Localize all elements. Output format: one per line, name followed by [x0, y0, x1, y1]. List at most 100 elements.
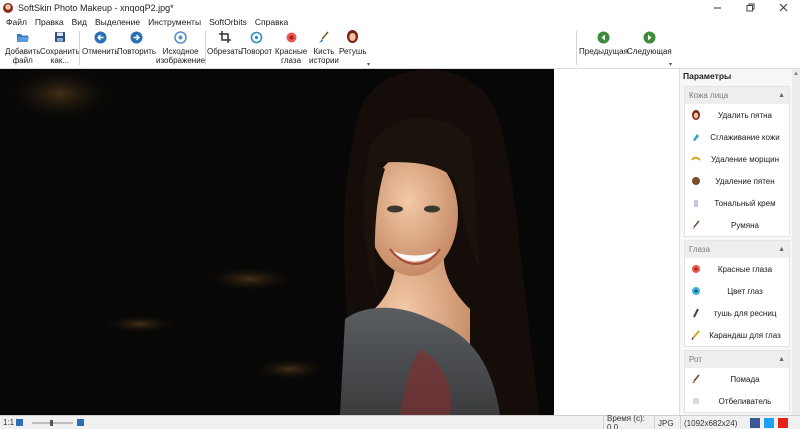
reset-original-icon — [174, 30, 188, 44]
close-icon — [779, 3, 788, 12]
close-button[interactable] — [767, 0, 800, 15]
tool-skin-smoothing[interactable]: Сглаживание кожи — [685, 126, 789, 148]
menu-file[interactable]: Файл — [2, 17, 31, 27]
toolbar: Добавить файл Сохранить как... Отменить … — [0, 28, 800, 69]
undo-arrow-icon — [93, 30, 107, 44]
add-file-button[interactable]: Добавить файл — [5, 30, 40, 65]
status-time-cell: Время (с): 0.0 — [603, 414, 653, 429]
youtube-icon[interactable] — [778, 418, 788, 428]
menu-view[interactable]: Вид — [68, 17, 91, 27]
section-eyes-header[interactable]: Глаза ▲ — [685, 241, 789, 258]
restore-button[interactable] — [734, 0, 767, 15]
rotate-button[interactable]: Поворот — [241, 30, 272, 56]
tool-lipstick[interactable]: Помада — [685, 368, 789, 390]
portrait-illustration — [0, 69, 554, 415]
red-eyes-button[interactable]: Красные глаза — [275, 30, 307, 65]
tool-mascara[interactable]: тушь для ресниц — [685, 302, 789, 324]
menu-softorbits[interactable]: SoftOrbits — [205, 17, 251, 27]
brush-history-button[interactable]: Кисть истории — [309, 30, 339, 65]
status-format: JPG — [658, 418, 674, 428]
retouch-face-icon — [346, 30, 360, 44]
twitter-icon[interactable] — [764, 418, 774, 428]
toolbar-overflow-icon[interactable]: ▾ — [367, 61, 370, 68]
panel-title: Параметры — [680, 69, 800, 83]
red-eye-icon — [691, 264, 701, 274]
redo-button[interactable]: Повторить — [117, 30, 156, 56]
tool-whitener[interactable]: Отбеливатель — [685, 390, 789, 412]
tool-red-eyes[interactable]: Красные глаза — [685, 258, 789, 280]
toolbar-separator — [79, 31, 80, 65]
tool-label: Цвет глаз — [727, 286, 763, 296]
title-bar: SoftSkin Photo Makeup - xnqoqP2.jpg* — [0, 0, 800, 15]
zoom-ratio[interactable]: 1:1 — [3, 418, 14, 427]
section-eyes: Глаза ▲ Красные глаза Цвет глаз тушь для… — [684, 240, 790, 347]
previous-label: Предыдущая — [579, 47, 628, 56]
retouch-label: Ретушь — [339, 47, 367, 56]
original-image-label-1: Исходное — [162, 47, 199, 56]
section-skin-header[interactable]: Кожа лица ▲ — [685, 87, 789, 104]
tool-label: Красные глаза — [717, 264, 773, 274]
tool-label: Тональный крем — [714, 198, 776, 208]
smooth-skin-icon — [691, 132, 701, 142]
retouch-button[interactable]: Ретушь — [339, 30, 367, 56]
redo-label: Повторить — [117, 47, 157, 56]
panel-scrollbar[interactable]: ▲ — [792, 69, 800, 415]
wrinkle-icon — [691, 154, 701, 164]
minimize-button[interactable] — [701, 0, 734, 15]
foundation-icon — [691, 198, 701, 208]
zoom-slider[interactable] — [30, 419, 75, 427]
toolbar-separator — [205, 31, 206, 65]
save-as-button[interactable]: Сохранить как... — [40, 30, 80, 65]
tool-eye-color[interactable]: Цвет глаз — [685, 280, 789, 302]
crop-button[interactable]: Обрезать — [207, 30, 242, 56]
save-as-label-1: Сохранить — [40, 47, 80, 56]
original-image-label-2: изображение — [156, 56, 206, 65]
tool-wrinkle-removal[interactable]: Удаление морщин — [685, 148, 789, 170]
menu-tools[interactable]: Инструменты — [144, 17, 205, 27]
lipstick-icon — [691, 374, 701, 384]
menu-selection[interactable]: Выделение — [91, 17, 144, 27]
menu-help[interactable]: Справка — [251, 17, 292, 27]
menu-edit[interactable]: Правка — [31, 17, 68, 27]
collapse-arrow-icon: ▲ — [778, 356, 785, 363]
previous-button[interactable]: Предыдущая — [579, 30, 628, 56]
tool-eye-pencil[interactable]: Карандаш для глаз — [685, 324, 789, 346]
section-mouth: Рот ▲ Помада Отбеливатель — [684, 350, 790, 413]
scroll-up-icon[interactable]: ▲ — [792, 69, 800, 79]
tool-spot-removal[interactable]: Удаление пятен — [685, 170, 789, 192]
section-eyes-title: Глаза — [689, 245, 711, 254]
fit-view-icon[interactable] — [16, 419, 23, 426]
eye-pencil-icon — [691, 330, 701, 340]
blush-brush-icon — [691, 220, 701, 230]
section-mouth-header[interactable]: Рот ▲ — [685, 351, 789, 368]
tool-label: Сглаживание кожи — [710, 132, 780, 142]
next-button[interactable]: Следующая — [627, 30, 672, 56]
undo-label: Отменить — [82, 47, 119, 56]
social-links — [750, 418, 788, 428]
photo — [0, 69, 554, 415]
restore-icon — [746, 3, 755, 12]
crop-icon — [218, 30, 232, 44]
red-eye-icon — [284, 30, 298, 44]
original-image-button[interactable]: Исходное изображение — [156, 30, 205, 65]
add-file-label-1: Добавить — [5, 47, 41, 56]
tool-blush[interactable]: Румяна — [685, 214, 789, 236]
collapse-arrow-icon: ▲ — [778, 246, 785, 253]
image-canvas[interactable] — [0, 69, 679, 415]
parameters-panel: Параметры Кожа лица ▲ Удалить пятна Сгла… — [679, 69, 800, 415]
status-time: Время (с): 0.0 — [607, 414, 645, 429]
status-format-cell: JPG — [654, 416, 680, 429]
history-brush-icon — [317, 30, 331, 44]
window-title: SoftSkin Photo Makeup - xnqoqP2.jpg* — [18, 2, 174, 13]
add-file-label-2: файл — [12, 56, 33, 65]
next-label: Следующая — [627, 47, 672, 56]
app-window: SoftSkin Photo Makeup - xnqoqP2.jpg* Фай… — [0, 0, 800, 429]
zoom-fit-icon[interactable] — [77, 419, 84, 426]
undo-button[interactable]: Отменить — [82, 30, 119, 56]
tool-foundation[interactable]: Тональный крем — [685, 192, 789, 214]
tool-remove-blemishes[interactable]: Удалить пятна — [685, 104, 789, 126]
next-arrow-icon — [642, 30, 656, 44]
facebook-icon[interactable] — [750, 418, 760, 428]
toolbar-overflow-icon[interactable]: ▾ — [669, 61, 672, 68]
rotate-icon — [250, 30, 264, 44]
